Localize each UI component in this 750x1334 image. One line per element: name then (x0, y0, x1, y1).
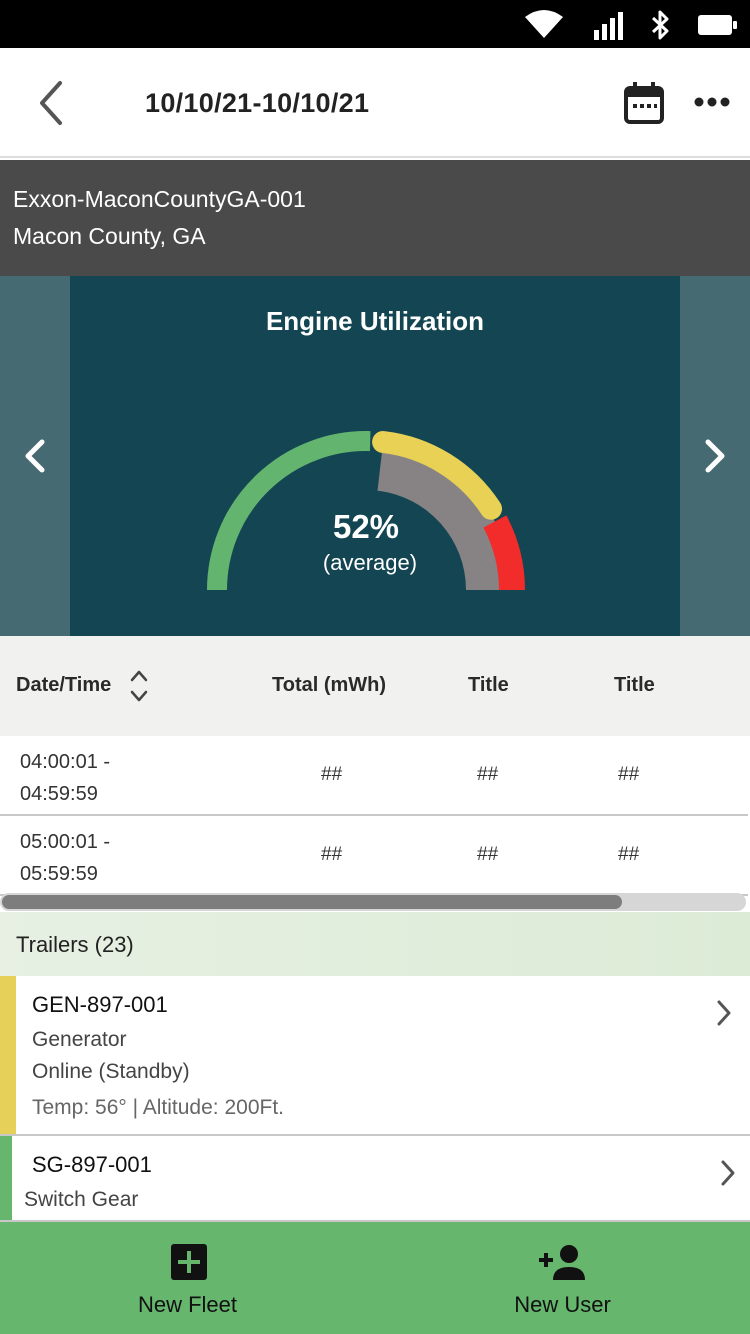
chevron-left-icon (40, 81, 62, 125)
status-accent-bar (0, 976, 16, 1134)
site-name: Exxon-MaconCountyGA-001 (13, 186, 306, 212)
scrollbar-thumb[interactable] (2, 895, 622, 909)
add-user-icon (539, 1245, 585, 1280)
more-options-button[interactable] (694, 94, 734, 110)
calendar-button[interactable] (624, 82, 664, 124)
signal-icon (594, 12, 623, 40)
carousel-prev-button[interactable] (18, 436, 52, 476)
site-location: Macon County, GA (13, 223, 206, 249)
site-banner: Exxon-MaconCountyGA-001 Macon County, GA (0, 160, 750, 276)
horizontal-scrollbar[interactable] (0, 893, 746, 911)
row-total: ## (321, 844, 343, 865)
row-col4: ## (618, 844, 640, 865)
date-range-title[interactable]: 10/10/21-10/10/21 (145, 88, 369, 119)
bottom-action-bar: New Fleet New User (0, 1222, 750, 1334)
new-user-label: New User (514, 1292, 611, 1317)
row-total: ## (321, 764, 343, 785)
row-col3: ## (477, 764, 499, 785)
back-button[interactable] (30, 78, 74, 128)
app-header: 10/10/21-10/10/21 (0, 48, 750, 158)
table-header: Date/Time Total (mWh) Title Title (0, 636, 750, 736)
gauge-subtitle: (average) (322, 550, 418, 575)
new-fleet-button[interactable]: New Fleet (0, 1222, 375, 1334)
add-box-icon (171, 1244, 207, 1280)
chevron-left-icon (25, 439, 45, 473)
chevron-right-icon (705, 439, 725, 473)
new-user-button[interactable]: New User (375, 1222, 750, 1334)
engine-utilization-gauge: Engine Utilization 52% (average) (70, 276, 680, 636)
row-col4: ## (618, 764, 640, 785)
row-datetime: 04:00:01 - 04:59:59 (20, 751, 111, 805)
trailer-type: Switch Gear (24, 1188, 139, 1211)
column-header-title-2: Title (614, 674, 655, 696)
column-header-datetime[interactable]: Date/Time (16, 674, 111, 697)
chevron-right-icon (721, 1160, 735, 1186)
trailer-id: GEN-897-001 (32, 992, 168, 1017)
sort-icon (130, 670, 148, 702)
trailers-count-label: Trailers (23) (16, 932, 134, 957)
column-header-title-1: Title (468, 674, 509, 696)
trailer-type: Generator (32, 1028, 127, 1051)
status-accent-bar (0, 1136, 12, 1220)
chevron-right-icon (717, 1000, 731, 1026)
gauge-graphic (207, 431, 525, 591)
trailer-item-gen-897-001[interactable]: GEN-897-001 Generator Online (Standby) T… (0, 976, 750, 1136)
carousel-next-button[interactable] (698, 436, 732, 476)
row-datetime: 05:00:01 - 05:59:59 (20, 831, 111, 885)
trailer-meta: Temp: 56° | Altitude: 200Ft. (32, 1096, 284, 1119)
calendar-icon (624, 82, 664, 124)
trailer-status: Online (Standby) (32, 1060, 190, 1083)
sort-button[interactable] (128, 666, 150, 706)
gauge-carousel: Engine Utilization 52% (average) (0, 276, 750, 636)
trailer-item-sg-897-001[interactable]: SG-897-001 Switch Gear (0, 1136, 750, 1222)
trailers-header: Trailers (23) (0, 912, 750, 976)
bluetooth-icon (651, 10, 669, 40)
column-header-total: Total (mWh) (272, 674, 387, 696)
row-col3: ## (477, 844, 499, 865)
battery-icon (698, 15, 737, 35)
more-horizontal-icon (694, 97, 730, 107)
wifi-icon (525, 10, 563, 38)
table-row[interactable]: 04:00:01 - 04:59:59 ## ## ## (0, 736, 748, 816)
table-row[interactable]: 05:00:01 - 05:59:59 ## ## ## (0, 816, 748, 896)
new-fleet-label: New Fleet (137, 1292, 238, 1317)
status-bar (0, 0, 750, 48)
trailer-id: SG-897-001 (32, 1152, 152, 1177)
gauge-value: 52% (332, 508, 400, 545)
